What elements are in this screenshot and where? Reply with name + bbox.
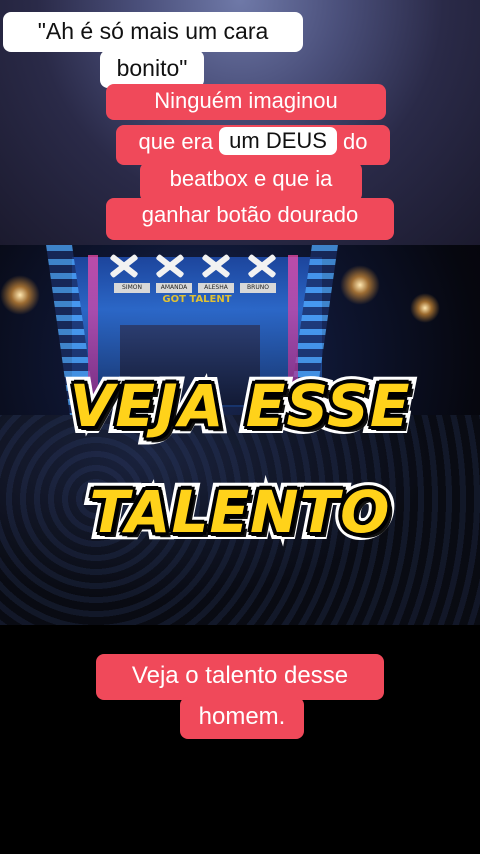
caption-quote-line2: bonito" — [100, 50, 204, 88]
x-buzzer-icon — [106, 251, 142, 279]
caption-red-line1: Ninguém imaginou — [106, 84, 386, 120]
x-buzzer-icon — [244, 251, 280, 279]
caption-bottom-line1: Veja o talento desse — [96, 654, 384, 700]
caption-red-line2-after: do — [342, 129, 368, 154]
x-buzzer-icon — [198, 251, 234, 279]
caption-red-line3: beatbox e que ia — [140, 162, 362, 202]
x-buzzer-icon — [152, 251, 188, 279]
headline-line1: VEJA ESSE — [69, 372, 411, 440]
judges-name-row: SIMON AMANDA ALESHA BRUNO — [114, 283, 276, 293]
headline-line2: TALENTO — [89, 478, 391, 546]
caption-red-line2-before: que era — [138, 129, 214, 154]
judge-tag: BRUNO — [240, 283, 276, 293]
judge-tag: SIMON — [114, 283, 150, 293]
spotlight — [340, 265, 380, 305]
video-frame: SIMON AMANDA ALESHA BRUNO GOT TALENT "Ah… — [0, 0, 480, 854]
judge-tag: AMANDA — [156, 283, 192, 293]
caption-quote-line1: "Ah é só mais um cara — [3, 12, 303, 52]
spotlight — [0, 275, 40, 315]
judges-x-buzzers — [106, 251, 280, 279]
caption-red-line4: ganhar botão dourado — [106, 198, 394, 240]
spotlight — [410, 293, 440, 323]
caption-highlight-pill: um DEUS — [219, 127, 337, 155]
show-logo: GOT TALENT — [162, 294, 232, 305]
caption-red-line2: que era um DEUS do — [116, 125, 390, 165]
judge-tag: ALESHA — [198, 283, 234, 293]
caption-bottom-line2: homem. — [180, 697, 304, 739]
